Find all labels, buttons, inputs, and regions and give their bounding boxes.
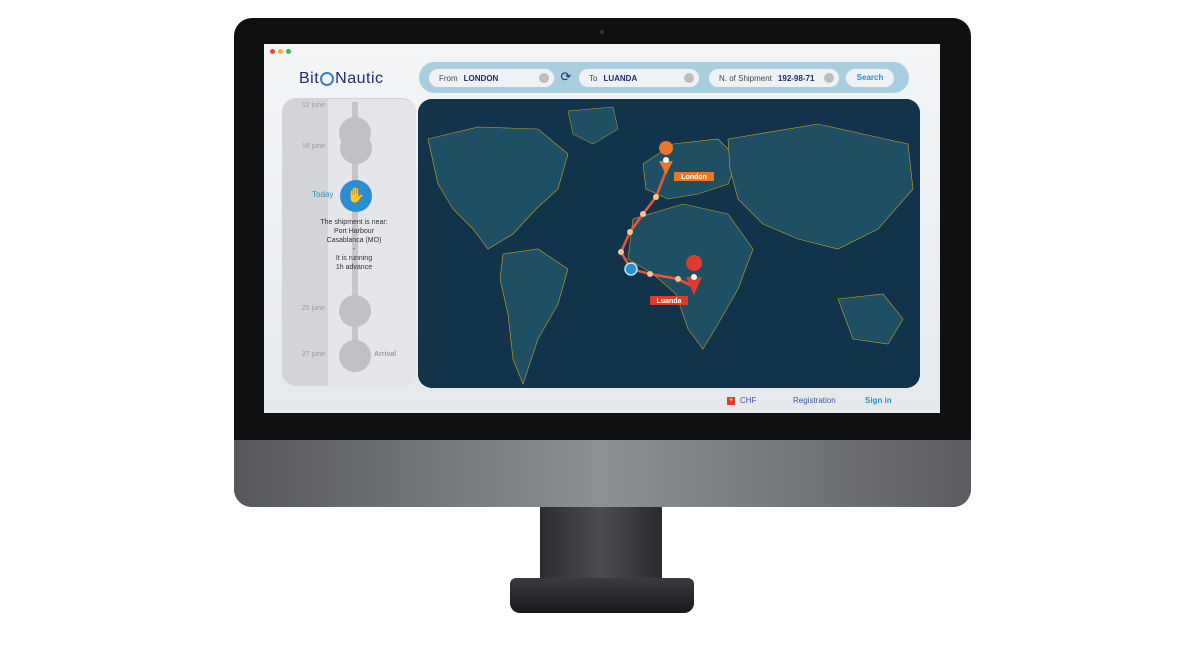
destination-pin-dot — [691, 274, 697, 280]
shipment-value: 192-98-71 — [777, 73, 815, 83]
to-value: LUANDA — [603, 73, 638, 83]
timeline-date: 12 june — [302, 102, 325, 109]
window-controls — [270, 49, 291, 54]
origin-pin-dot — [663, 157, 669, 163]
shipment-clear-icon[interactable] — [824, 73, 834, 83]
timeline-node[interactable] — [340, 132, 372, 164]
timeline-node[interactable] — [339, 295, 371, 327]
waypoint — [653, 194, 659, 200]
shipment-status: The shipment is near: Port Harbour Casab… — [299, 218, 409, 272]
shipment-label: N. of Shipment — [719, 73, 772, 83]
app-screen: Bit Nautic From LONDON ⟳ To LUANDA N. of… — [264, 44, 940, 413]
shipment-number-field[interactable]: N. of Shipment 192-98-71 — [709, 69, 839, 87]
status-line: 1h advance — [335, 264, 373, 271]
world-map[interactable]: London Luanda — [418, 99, 920, 388]
to-label: To — [589, 73, 598, 83]
to-field[interactable]: To LUANDA — [579, 69, 699, 87]
from-label: From — [439, 73, 458, 83]
hand-icon[interactable]: ✋ — [340, 180, 372, 212]
timeline-date: 25 june — [302, 305, 325, 312]
map-svg: London Luanda — [418, 99, 920, 388]
logo-text-right: Nautic — [335, 70, 384, 87]
timeline-date: 18 june — [302, 143, 325, 150]
ship-position-icon[interactable] — [624, 262, 638, 276]
destination-label: Luanda — [657, 298, 682, 305]
waypoint — [618, 249, 624, 255]
swiss-flag-icon: + — [727, 396, 735, 405]
status-line: The shipment is near: — [320, 219, 388, 226]
maximize-icon[interactable] — [286, 49, 291, 54]
minimize-icon[interactable] — [278, 49, 283, 54]
swap-icon[interactable]: ⟳ — [559, 70, 573, 84]
origin-label: London — [681, 174, 707, 181]
waypoint — [627, 229, 633, 235]
arrival-label: Arrival — [374, 351, 397, 358]
monitor-stand — [540, 507, 662, 582]
to-clear-icon[interactable] — [684, 73, 694, 83]
status-line: Casablanca (MO) — [326, 237, 382, 244]
waypoint — [675, 276, 681, 282]
app-logo[interactable]: Bit Nautic — [299, 70, 384, 88]
waypoint — [647, 271, 653, 277]
from-value: LONDON — [463, 73, 499, 83]
close-icon[interactable] — [270, 49, 275, 54]
from-field[interactable]: From LONDON — [429, 69, 554, 87]
timeline-date: 27 june — [302, 351, 325, 358]
waypoint — [640, 211, 646, 217]
logo-text-left: Bit — [299, 70, 320, 87]
monitor-base — [510, 578, 694, 613]
search-button[interactable]: Search — [846, 69, 894, 87]
timeline-node[interactable] — [339, 340, 371, 372]
status-line: - — [352, 246, 356, 253]
search-bar: From LONDON ⟳ To LUANDA N. of Shipment 1… — [419, 62, 909, 93]
monitor-chin — [234, 440, 971, 507]
ship-wheel-icon — [320, 72, 335, 86]
status-line: It is running — [335, 255, 373, 262]
from-clear-icon[interactable] — [539, 73, 549, 83]
currency-label: CHF — [740, 396, 757, 405]
currency-selector[interactable]: + CHF — [727, 396, 756, 405]
camera-icon — [600, 30, 604, 34]
status-line: Port Harbour — [333, 228, 375, 235]
sign-in-link[interactable]: Sign in — [865, 396, 892, 405]
registration-link[interactable]: Registration — [793, 396, 836, 405]
today-label: Today — [312, 190, 334, 199]
